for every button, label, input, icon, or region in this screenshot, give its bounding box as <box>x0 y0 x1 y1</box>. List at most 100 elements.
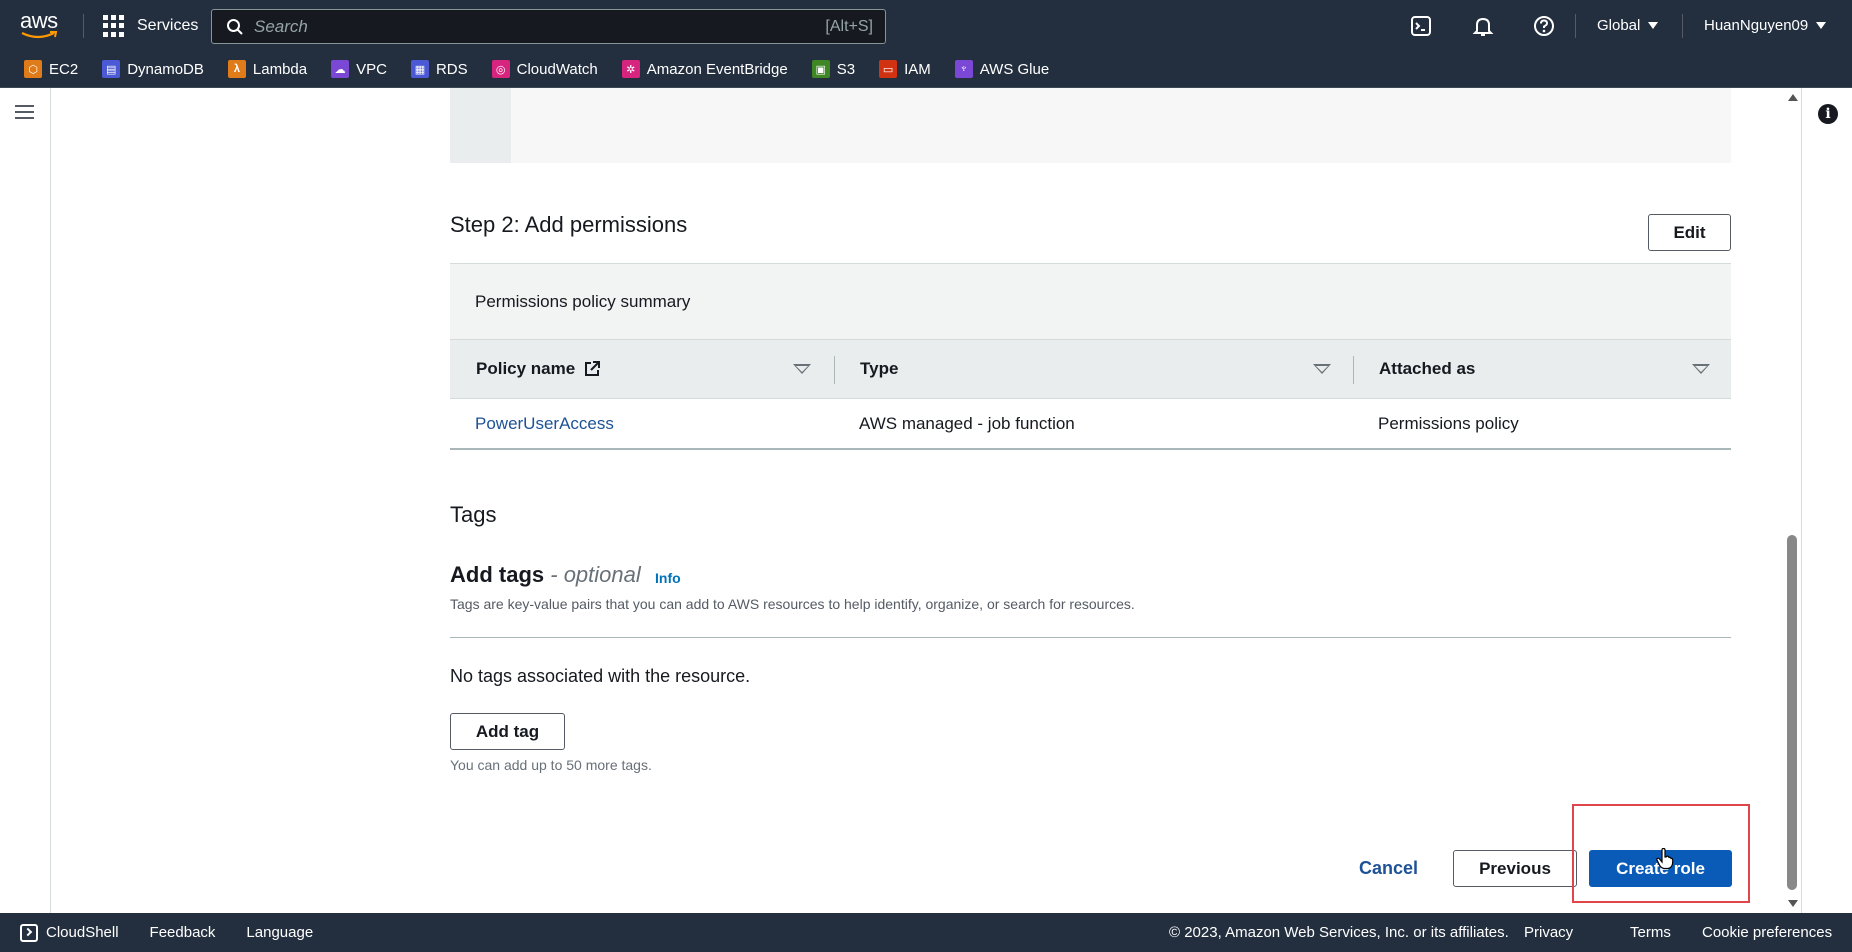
edit-button[interactable]: Edit <box>1648 214 1731 251</box>
region-label: Global <box>1597 17 1641 34</box>
scroll-down-arrow-icon[interactable] <box>1788 900 1798 907</box>
caret-down-icon <box>1816 22 1827 29</box>
help-button[interactable] <box>1533 0 1555 51</box>
service-icon: ♆ <box>954 60 973 78</box>
search-input[interactable]: Search [Alt+S] <box>211 9 886 44</box>
favorite-ec2[interactable]: ⬡ EC2 <box>24 60 78 78</box>
service-icon: ▭ <box>879 60 898 78</box>
cloudshell-icon <box>1411 15 1431 36</box>
feedback-link[interactable]: Feedback <box>150 924 216 941</box>
caret-down-icon <box>1648 22 1659 29</box>
no-tags-message: No tags associated with the resource. <box>450 666 751 686</box>
notifications-button[interactable] <box>1472 0 1494 51</box>
favorite-aws-glue[interactable]: ♆ AWS Glue <box>954 60 1050 78</box>
info-link[interactable]: Info <box>655 570 681 586</box>
services-menu-button[interactable]: Services <box>103 13 198 39</box>
cancel-button[interactable]: Cancel <box>1359 858 1418 879</box>
column-header-label: Attached as <box>1379 359 1476 378</box>
nav-divider <box>1682 14 1683 38</box>
add-tags-title: Add tags <box>450 562 545 587</box>
aws-logo-text: aws <box>20 8 58 33</box>
favorite-label: IAM <box>904 60 931 78</box>
favorite-iam[interactable]: ▭ IAM <box>879 60 931 78</box>
divider <box>450 637 1731 638</box>
nav-divider <box>83 14 84 38</box>
table-row: PowerUserAccess AWS managed - job functi… <box>450 399 1731 450</box>
add-tag-button[interactable]: Add tag <box>450 713 565 750</box>
column-separator <box>834 356 835 384</box>
column-header-label: Policy name <box>476 359 576 378</box>
tags-limit-hint: You can add up to 50 more tags. <box>450 757 652 773</box>
tags-description: Tags are key-value pairs that you can ad… <box>450 596 1135 612</box>
scroll-up-arrow-icon[interactable] <box>1788 94 1798 101</box>
favorite-label: EC2 <box>49 60 79 78</box>
add-tags-heading: Add tags - optional <box>450 562 641 588</box>
cookie-preferences-link[interactable]: Cookie preferences <box>1702 913 1832 952</box>
menu-toggle-icon[interactable] <box>15 105 34 123</box>
external-link-icon <box>585 361 601 376</box>
favorite-dynamodb[interactable]: ▤ DynamoDB <box>102 60 204 78</box>
policy-type-cell: AWS managed - job function <box>859 414 1075 433</box>
service-icon: λ <box>227 60 246 78</box>
cloudshell-nav-button[interactable] <box>1410 0 1432 51</box>
permissions-summary-header: Permissions policy summary <box>450 263 1731 339</box>
favorite-lambda[interactable]: λ Lambda <box>227 60 308 78</box>
service-icon: ⬡ <box>24 60 42 78</box>
sort-icon[interactable] <box>1313 364 1331 374</box>
nav-divider <box>1575 14 1576 38</box>
cloudshell-footer-button[interactable]: CloudShell <box>20 923 119 942</box>
favorite-label: S3 <box>836 60 856 78</box>
language-selector[interactable]: Language <box>246 924 313 941</box>
favorites-bar: ⬡ EC2 ▤ DynamoDB λ Lambda ☁ VPC ▦ RDS ◎ CloudWatch ✲… <box>0 51 1852 88</box>
service-icon: ▣ <box>811 60 830 78</box>
favorite-vpc[interactable]: ☁ VPC <box>331 60 387 78</box>
favorite-label: DynamoDB <box>127 60 204 78</box>
favorite-label: RDS <box>435 60 468 78</box>
favorite-amazon-eventbridge[interactable]: ✲ Amazon EventBridge <box>621 60 788 78</box>
column-header-label: Type <box>860 359 899 378</box>
favorite-label: Lambda <box>252 60 308 78</box>
region-selector[interactable]: Global <box>1597 0 1659 51</box>
scroll-thumb[interactable] <box>1787 535 1797 890</box>
step2-heading: Step 2: Add permissions <box>450 212 688 237</box>
hand-cursor-icon <box>1656 848 1674 870</box>
step1-section-remnant <box>450 88 1731 163</box>
service-icon: ◎ <box>491 60 510 78</box>
aws-logo[interactable]: aws <box>20 10 64 44</box>
cloudshell-label: CloudShell <box>46 924 119 941</box>
policy-attached-as-cell: Permissions policy <box>1378 414 1519 433</box>
favorite-s3[interactable]: ▣ S3 <box>811 60 856 78</box>
top-navigation: aws Services Search [Alt+S] Global HuanN… <box>0 0 1852 51</box>
account-menu[interactable]: HuanNguyen09 <box>1704 0 1827 51</box>
column-separator <box>1353 356 1354 384</box>
services-grid-icon <box>103 15 125 37</box>
optional-label: - optional <box>550 562 641 587</box>
favorite-cloudwatch[interactable]: ◎ CloudWatch <box>491 60 598 78</box>
info-panel-icon[interactable]: i <box>1818 104 1838 124</box>
feedback-label: Feedback <box>149 924 216 941</box>
favorite-label: AWS Glue <box>979 60 1050 78</box>
favorite-label: Amazon EventBridge <box>646 60 788 78</box>
favorite-label: CloudWatch <box>516 60 598 78</box>
search-icon <box>227 18 243 35</box>
previous-button[interactable]: Previous <box>1453 850 1577 887</box>
language-label: Language <box>246 924 314 941</box>
tags-heading: Tags <box>450 502 497 527</box>
terms-link[interactable]: Terms <box>1630 913 1671 952</box>
service-icon: ✲ <box>621 60 640 78</box>
service-icon: ▤ <box>102 60 121 78</box>
policy-name-link[interactable]: PowerUserAccess <box>475 414 614 434</box>
page-scrollbar[interactable] <box>1784 88 1800 913</box>
left-navigation-rail <box>0 88 51 913</box>
favorite-rds[interactable]: ▦ RDS <box>410 60 468 78</box>
column-header-policy-name[interactable]: Policy name <box>476 340 601 398</box>
bell-icon <box>1472 17 1494 36</box>
sort-icon[interactable] <box>793 364 811 374</box>
sort-icon[interactable] <box>1692 364 1710 374</box>
privacy-link[interactable]: Privacy <box>1524 913 1573 952</box>
column-header-type[interactable]: Type <box>860 340 898 398</box>
permissions-table-header: Policy name Type Attached as <box>450 339 1731 399</box>
services-label: Services <box>137 17 199 34</box>
column-header-attached-as[interactable]: Attached as <box>1379 340 1475 398</box>
search-shortcut: [Alt+S] <box>825 17 873 35</box>
